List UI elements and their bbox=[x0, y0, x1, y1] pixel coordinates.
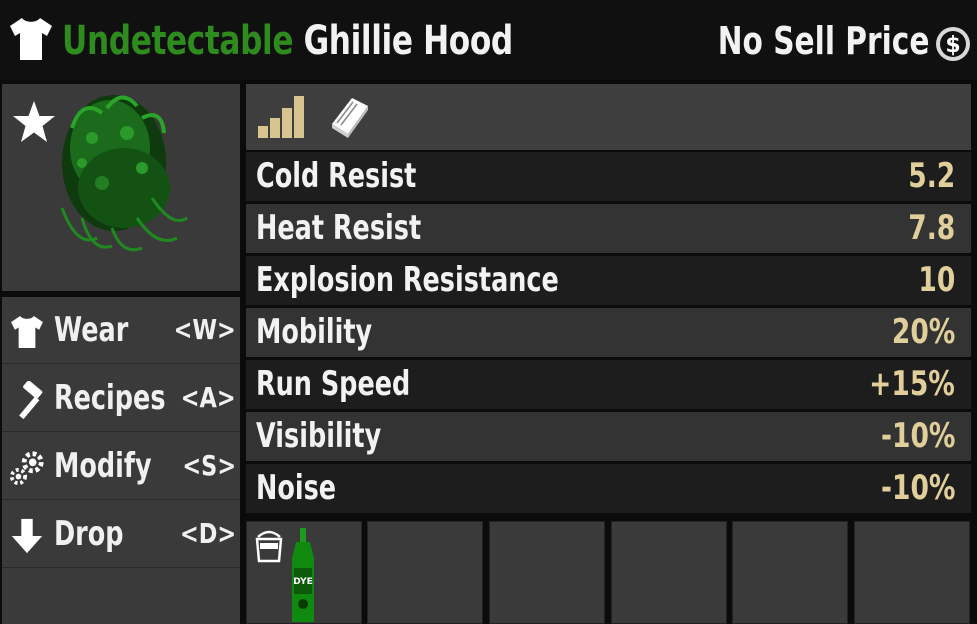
stats-tabs bbox=[246, 84, 971, 150]
mod-slot-2[interactable] bbox=[367, 521, 483, 624]
drop-key: <D> bbox=[179, 517, 236, 550]
stat-name: Explosion Resistance bbox=[256, 260, 559, 300]
shirt-icon bbox=[11, 316, 43, 348]
stat-name: Visibility bbox=[256, 416, 382, 456]
action-menu: Wear <W> Recipes <A> Modify <S> Drop <D> bbox=[2, 297, 240, 624]
wear-label: Wear bbox=[54, 310, 129, 350]
recipes-action[interactable]: Recipes <A> bbox=[2, 365, 240, 432]
shirt-icon bbox=[10, 18, 52, 60]
item-name: Ghillie Hood bbox=[303, 18, 514, 64]
modify-label: Modify bbox=[54, 446, 152, 486]
modify-key: <S> bbox=[182, 449, 236, 482]
stat-value: +15% bbox=[869, 364, 955, 404]
coin-icon: $ bbox=[936, 27, 970, 61]
stat-row-noise: Noise -10% bbox=[246, 464, 971, 513]
stat-value: 7.8 bbox=[908, 208, 955, 248]
arrow-down-icon bbox=[11, 518, 43, 554]
wear-key: <W> bbox=[173, 313, 236, 346]
stat-name: Mobility bbox=[256, 312, 373, 352]
modify-action[interactable]: Modify <S> bbox=[2, 433, 240, 500]
paint-bucket-icon bbox=[255, 530, 283, 563]
stat-name: Run Speed bbox=[256, 364, 411, 404]
mod-slot-6[interactable] bbox=[854, 521, 970, 624]
mod-slot-5[interactable] bbox=[732, 521, 848, 624]
stat-name: Cold Resist bbox=[256, 156, 417, 196]
stat-name: Noise bbox=[256, 468, 337, 508]
stat-value: 5.2 bbox=[908, 156, 955, 196]
mod-slot-3[interactable] bbox=[489, 521, 605, 624]
title-bar: Undetectable Ghillie Hood No Sell Price … bbox=[0, 0, 977, 80]
sell-price: No Sell Price bbox=[717, 19, 929, 63]
hammer-icon bbox=[19, 381, 43, 419]
dye-label: DYE bbox=[293, 577, 312, 587]
stat-value: 10 bbox=[918, 260, 955, 300]
stat-row-visibility: Visibility -10% bbox=[246, 412, 971, 461]
item-quality: Undetectable bbox=[62, 18, 294, 64]
recipes-key: <A> bbox=[181, 381, 236, 414]
stat-row-run-speed: Run Speed +15% bbox=[246, 360, 971, 409]
stat-row-cold-resist: Cold Resist 5.2 bbox=[246, 152, 971, 201]
wear-action[interactable]: Wear <W> bbox=[2, 297, 240, 364]
stat-row-heat-resist: Heat Resist 7.8 bbox=[246, 204, 971, 253]
drop-label: Drop bbox=[54, 514, 124, 554]
favorite-star-icon[interactable] bbox=[10, 98, 58, 146]
stat-row-explosion-resistance: Explosion Resistance 10 bbox=[246, 256, 971, 305]
gears-icon bbox=[9, 451, 44, 486]
stat-value: 20% bbox=[891, 312, 955, 352]
stat-value: -10% bbox=[880, 416, 955, 456]
stat-value: -10% bbox=[880, 468, 955, 508]
book-icon[interactable] bbox=[326, 94, 372, 140]
green-dye-item[interactable]: DYE bbox=[286, 528, 320, 624]
mod-slot-4[interactable] bbox=[611, 521, 727, 624]
stats-bars-icon[interactable] bbox=[258, 94, 304, 140]
drop-action[interactable]: Drop <D> bbox=[2, 501, 240, 568]
recipes-label: Recipes bbox=[54, 378, 166, 418]
stat-row-mobility: Mobility 20% bbox=[246, 308, 971, 357]
stat-name: Heat Resist bbox=[256, 208, 422, 248]
svg-text:$: $ bbox=[945, 33, 960, 58]
item-title: Undetectable Ghillie Hood bbox=[62, 14, 513, 68]
ghillie-hood-image bbox=[60, 95, 188, 252]
